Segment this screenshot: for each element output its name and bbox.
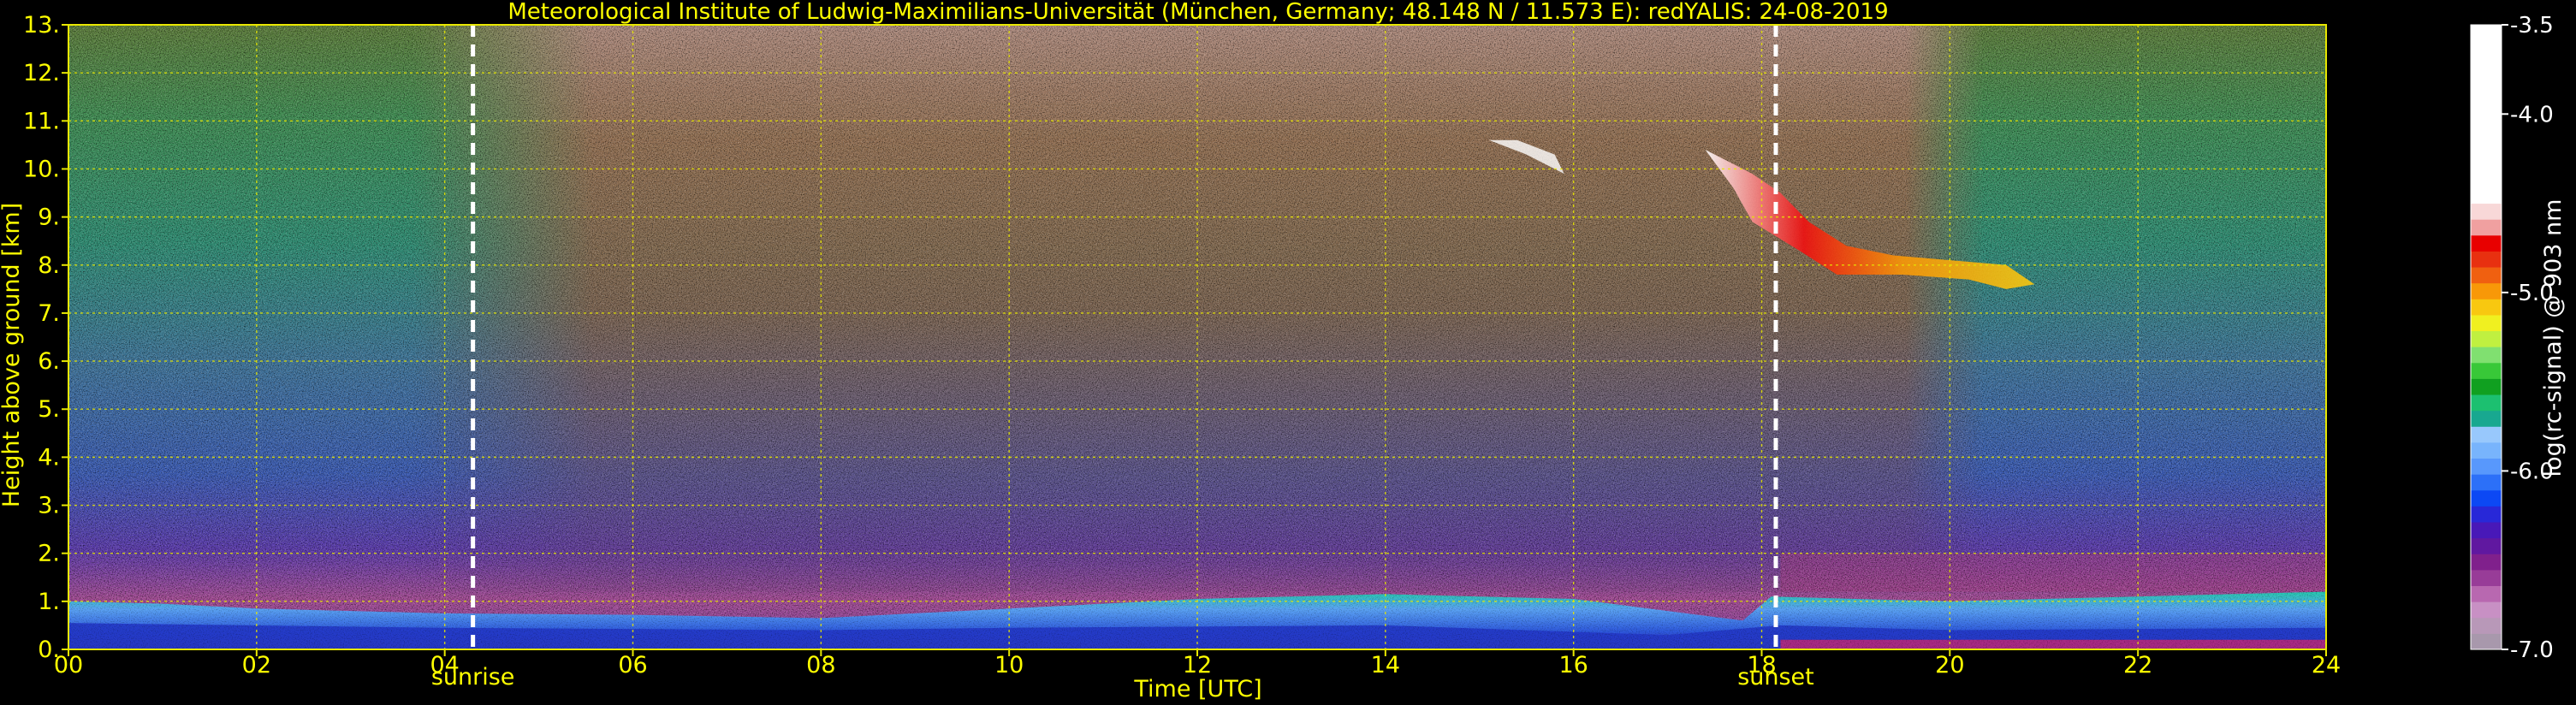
x-tick-label-1: 02 (242, 652, 271, 678)
x-tick-label-4: 08 (806, 652, 835, 678)
colorbar-swatch-16 (2471, 378, 2502, 395)
y-tick-label-4: 4. (38, 444, 60, 471)
y-tick-label-6: 6. (38, 348, 60, 375)
colorbar-swatch-2 (2471, 601, 2502, 619)
colorbar-label: log(rc-signal) @ 903 nm (2540, 199, 2567, 477)
colorbar-swatch-4 (2471, 569, 2502, 587)
x-tick-label-2: 04 (430, 652, 459, 678)
lidar-chart: Meteorological Institute of Ludwig-Maxim… (0, 0, 2567, 702)
colorbar-swatch-20 (2471, 314, 2502, 332)
x-tick-label-9: 18 (1747, 652, 1776, 678)
colorbar-swatch-26 (2471, 219, 2502, 236)
y-tick-label-0: 0. (38, 637, 60, 663)
colorbar-swatch-17 (2471, 362, 2502, 379)
y-tick-label-9: 9. (38, 204, 60, 231)
x-tick-label-3: 06 (618, 652, 647, 678)
y-tick-label-5: 5. (38, 396, 60, 423)
colorbar-swatch-10 (2471, 474, 2502, 491)
colorbar-swatch-1 (2471, 617, 2502, 634)
colorbar-swatch-9 (2471, 489, 2502, 507)
colorbar-swatch-11 (2471, 458, 2502, 475)
colorbar-swatch-13 (2471, 426, 2502, 443)
colorbar-swatch-23 (2471, 267, 2502, 284)
y-tick-label-1: 1. (38, 589, 60, 615)
x-tick-label-7: 14 (1371, 652, 1400, 678)
colorbar-swatch-0 (2471, 633, 2502, 650)
x-tick-label-5: 10 (994, 652, 1024, 678)
y-axis-label: Height above ground [km] (0, 203, 25, 507)
y-tick-label-11: 11. (23, 108, 60, 134)
colorbar-swatch-15 (2471, 394, 2502, 412)
x-tick-label-11: 22 (2123, 652, 2152, 678)
colorbar-swatch-27 (2471, 203, 2502, 220)
colorbar-swatch-21 (2471, 299, 2502, 316)
colorbar-tick-label-1: -4.0 (2510, 102, 2554, 127)
y-tick-label-10: 10. (23, 156, 60, 182)
y-tick-label-12: 12. (23, 60, 60, 86)
colorbar-swatch-14 (2471, 410, 2502, 427)
colorbar-swatch-19 (2471, 330, 2502, 347)
chart-title: Meteorological Institute of Ludwig-Maxim… (507, 0, 1888, 25)
colorbar-swatch-24 (2471, 251, 2502, 268)
colorbar-tick-label-0: -3.5 (2510, 13, 2554, 39)
colorbar-swatch-8 (2471, 506, 2502, 523)
colorbar-swatch-6 (2471, 537, 2502, 554)
x-tick-label-12: 24 (2312, 652, 2341, 678)
y-tick-label-2: 2. (38, 541, 60, 567)
colorbar-tick-label-4: -7.0 (2510, 637, 2554, 663)
colorbar-swatch-18 (2471, 347, 2502, 364)
y-tick-label-7: 7. (38, 300, 60, 327)
colorbar-swatch-25 (2471, 234, 2502, 252)
y-tick-label-3: 3. (38, 493, 60, 519)
x-tick-label-6: 12 (1183, 652, 1212, 678)
colorbar-swatch-5 (2471, 554, 2502, 571)
x-axis-label: Time [UTC] (1133, 676, 1261, 702)
x-tick-label-10: 20 (1935, 652, 1964, 678)
colorbar-swatch-3 (2471, 585, 2502, 602)
colorbar-swatch-7 (2471, 522, 2502, 539)
y-tick-label-13: 13. (23, 12, 60, 39)
colorbar-swatch-22 (2471, 282, 2502, 299)
colorbar-swatch-28 (2471, 25, 2502, 204)
x-tick-label-8: 16 (1558, 652, 1588, 678)
colorbar-swatch-12 (2471, 441, 2502, 459)
y-tick-label-8: 8. (38, 252, 60, 279)
